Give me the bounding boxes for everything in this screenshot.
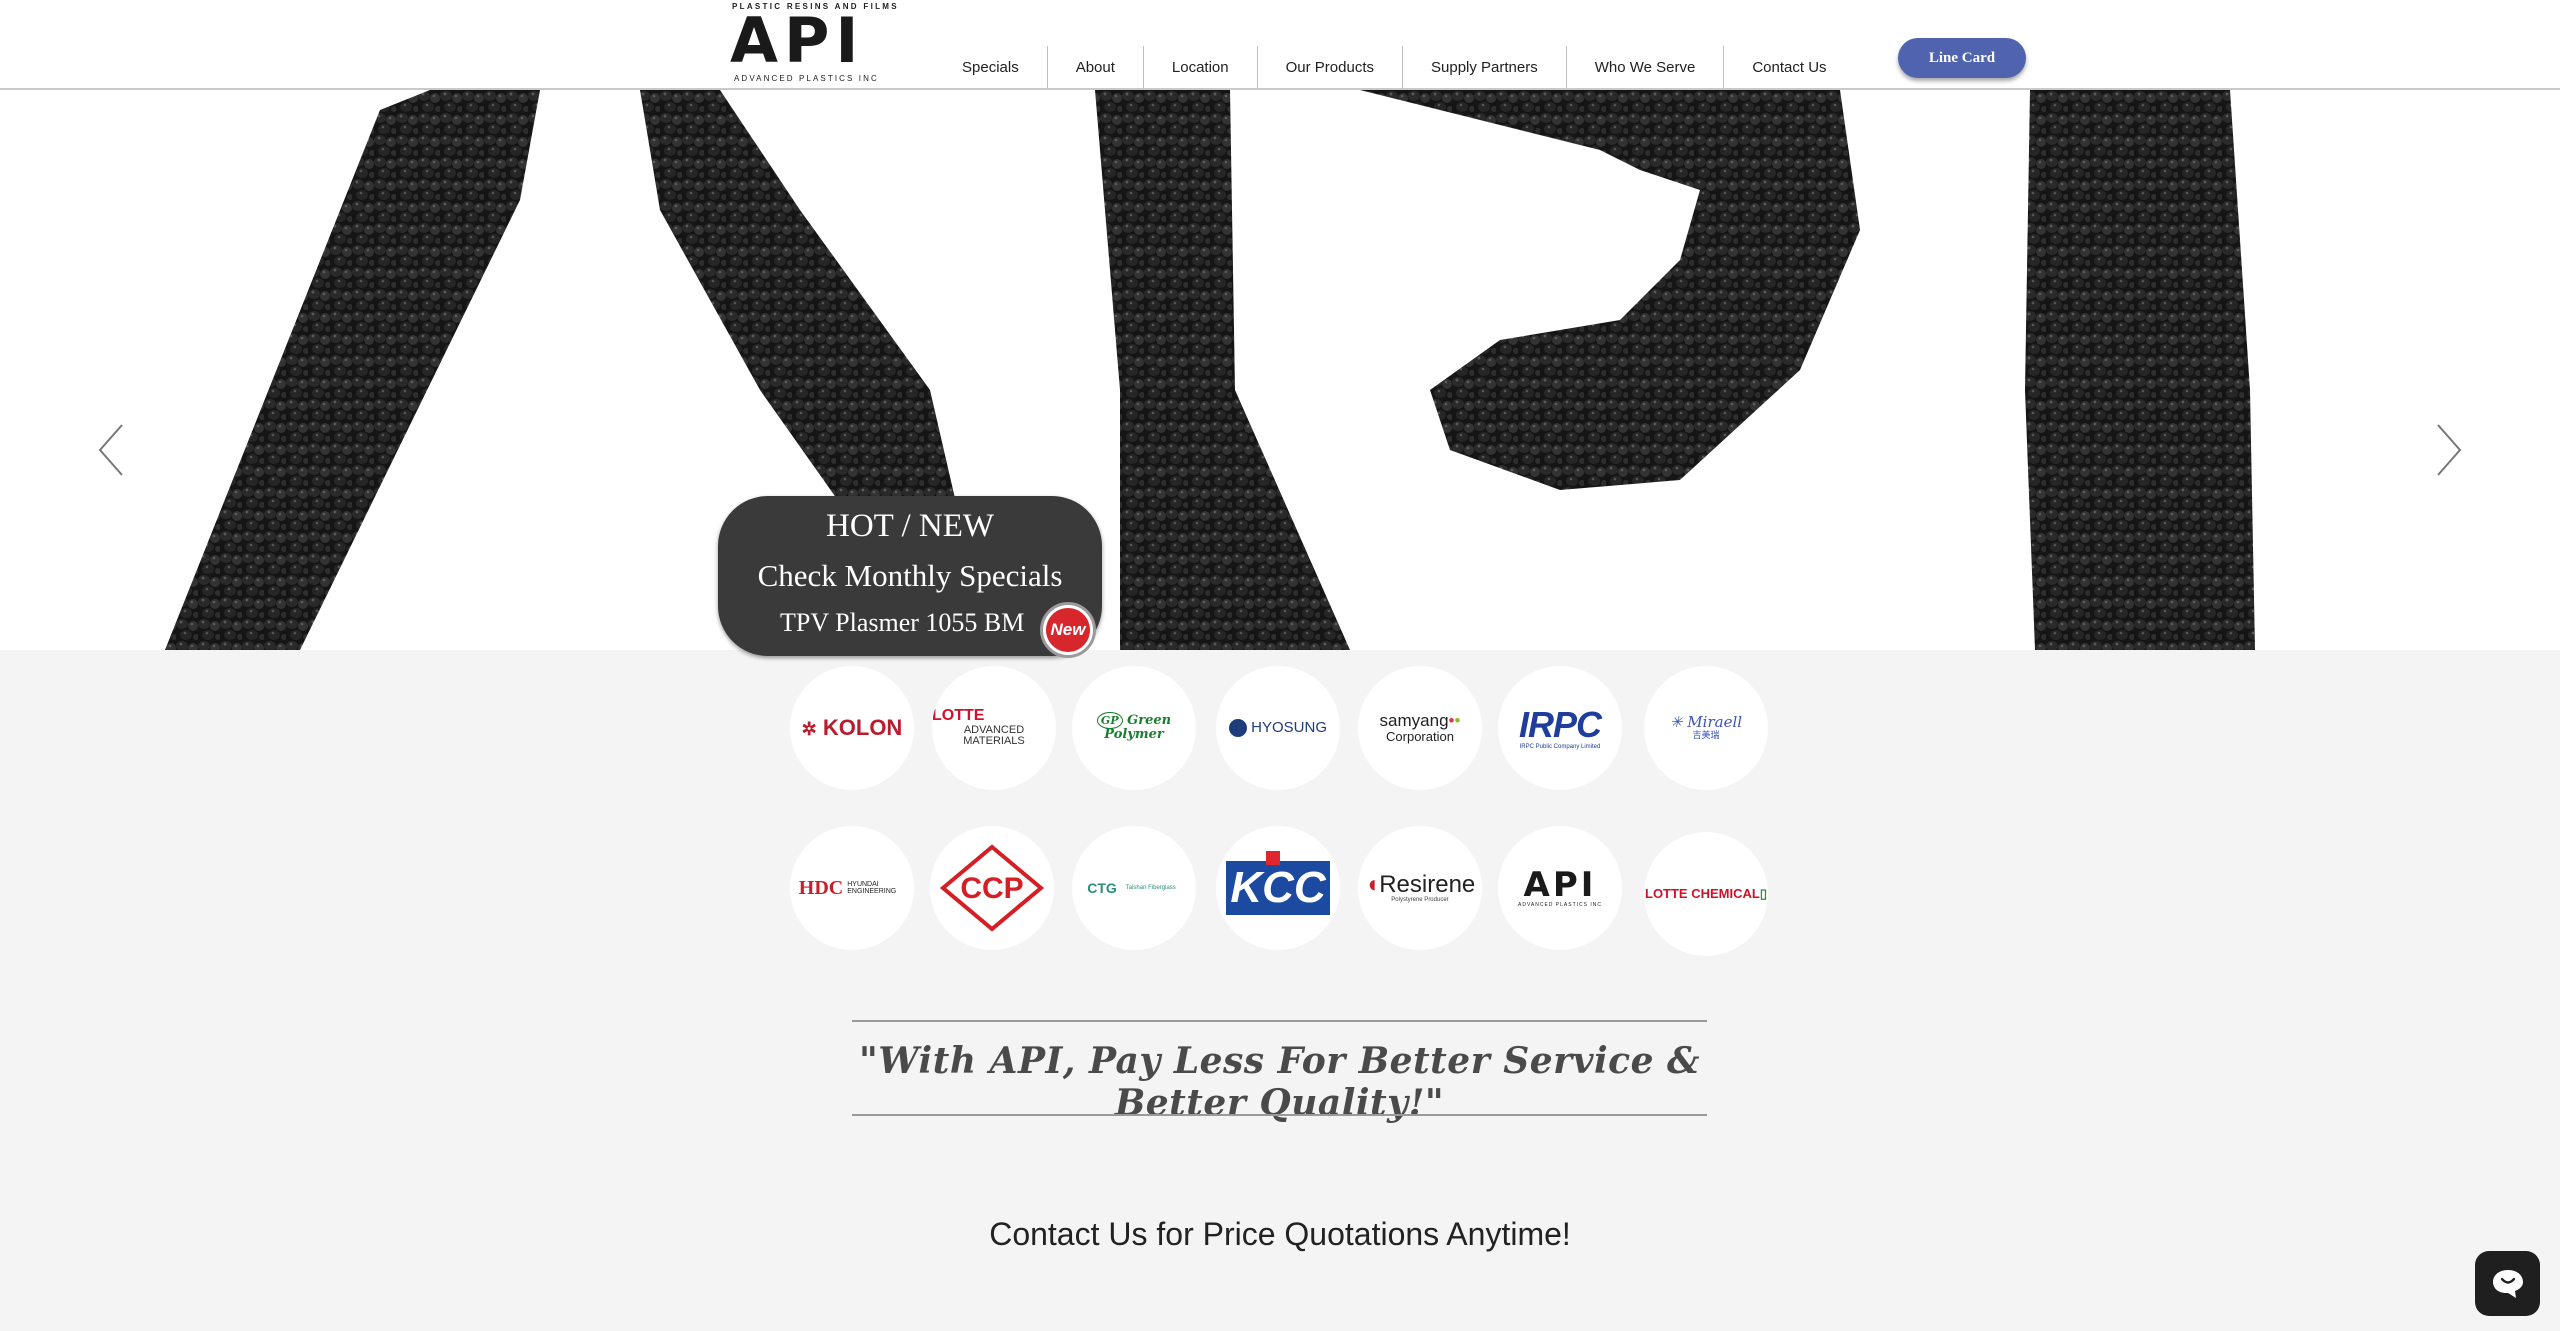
chevron-left-icon — [98, 424, 123, 476]
logo-wordmark: API — [730, 4, 865, 77]
partner-name: API — [1523, 864, 1597, 905]
ccp-logo-icon: CCP — [939, 844, 1045, 932]
partner-name: HYOSUNG — [1251, 718, 1327, 736]
partner-sub: Corporation — [1386, 729, 1454, 745]
slogan-rule-bottom — [852, 1114, 1707, 1116]
slogan-rule-top — [852, 1020, 1707, 1022]
logo-subtitle: ADVANCED PLASTICS INC — [734, 74, 879, 83]
nav-about[interactable]: About — [1046, 46, 1143, 88]
partner-sub: IRPC Public Company Limited — [1519, 743, 1601, 750]
partner-sub: 吉美瑞 — [1692, 730, 1720, 741]
partner-sub: Polystyrene Producer — [1391, 897, 1449, 904]
site-logo[interactable]: PLASTIC RESINS AND FILMS API ADVANCED PL… — [730, 0, 898, 86]
partner-irpc[interactable]: IRPC IRPC Public Company Limited — [1498, 666, 1622, 790]
promo-check-specials: Check Monthly Specials — [757, 558, 1063, 593]
partner-samyang[interactable]: samyang•• Corporation — [1358, 666, 1482, 790]
specials-promo-card[interactable]: HOT / NEW Check Monthly Specials TPV Pla… — [718, 496, 1102, 658]
partner-sub: ADVANCED MATERIALS — [963, 723, 1025, 748]
partner-name: KCC — [1230, 863, 1326, 912]
partner-api[interactable]: API ADVANCED PLASTICS INC — [1498, 826, 1622, 950]
nav-specials[interactable]: Specials — [934, 46, 1047, 88]
partner-lotte-chemical[interactable]: LOTTE CHEMICAL▯ — [1644, 832, 1768, 956]
nav-contact-us[interactable]: Contact Us — [1723, 46, 1854, 88]
nav-who-we-serve[interactable]: Who We Serve — [1565, 46, 1724, 88]
partner-lotte-advanced[interactable]: LOTTE ADVANCED MATERIALS — [932, 666, 1056, 790]
site-header: PLASTIC RESINS AND FILMS API ADVANCED PL… — [0, 0, 2560, 90]
chevron-right-icon — [2437, 424, 2462, 476]
partner-ccp[interactable]: CCP — [930, 826, 1054, 950]
partner-name: LOTTE — [932, 707, 985, 725]
contact-heading: Contact Us for Price Quotations Anytime! — [989, 1216, 1571, 1252]
chat-bubble-icon — [2492, 1269, 2523, 1298]
nav-location[interactable]: Location — [1142, 46, 1257, 88]
hero-slideshow — [0, 90, 2560, 650]
partner-hyosung[interactable]: HYOSUNG — [1216, 666, 1340, 790]
partner-name: Resirene — [1379, 871, 1476, 899]
partner-name: IRPC — [1518, 703, 1602, 745]
partner-name: LOTTE CHEMICAL — [1645, 886, 1760, 902]
slogan: "With API, Pay Less For Better Service &… — [858, 1040, 1701, 1124]
partner-name: HDC — [798, 876, 844, 899]
chat-button[interactable] — [2475, 1251, 2540, 1316]
prev-slide-button[interactable] — [92, 420, 132, 480]
partner-sub: HYUNDAI ENGINEERING — [847, 880, 897, 895]
new-badge: New — [1040, 602, 1096, 658]
partner-name: Miraell — [1687, 713, 1743, 732]
partner-name: CCP — [960, 872, 1023, 905]
nav-our-products[interactable]: Our Products — [1256, 46, 1402, 88]
promo-hot-new: HOT / NEW — [825, 508, 995, 544]
partner-name: samyang — [1379, 711, 1449, 731]
partner-kolon[interactable]: ✲ KOLON — [790, 666, 914, 790]
partner-sub: Taishan Fiberglass — [1125, 884, 1176, 891]
nav-supply-partners[interactable]: Supply Partners — [1402, 46, 1566, 88]
promo-product: TPV Plasmer 1055 BM — [780, 608, 1025, 637]
partner-name: CTG — [1087, 879, 1117, 896]
partner-name: KOLON — [822, 715, 903, 741]
partner-miraell[interactable]: ✳ Miraell 吉美瑞 — [1644, 666, 1768, 790]
hero-pellet-image — [165, 90, 2255, 650]
partner-resirene[interactable]: ◖Resirene Polystyrene Producer — [1358, 826, 1482, 950]
line-card-button[interactable]: Line Card — [1898, 38, 2026, 78]
partner-green-polymer[interactable]: GP Green Polymer — [1072, 666, 1196, 790]
partner-hdc[interactable]: HDC HYUNDAI ENGINEERING — [790, 826, 914, 950]
partner-sub: ADVANCED PLASTICS INC — [1518, 902, 1602, 909]
next-slide-button[interactable] — [2428, 420, 2468, 480]
partner-kcc[interactable]: KCC — [1216, 826, 1340, 950]
new-badge-label: New — [1046, 608, 1090, 652]
partner-ctg[interactable]: CTG Taishan Fiberglass — [1072, 826, 1196, 950]
main-nav: Specials About Location Our Products Sup… — [934, 46, 1855, 88]
